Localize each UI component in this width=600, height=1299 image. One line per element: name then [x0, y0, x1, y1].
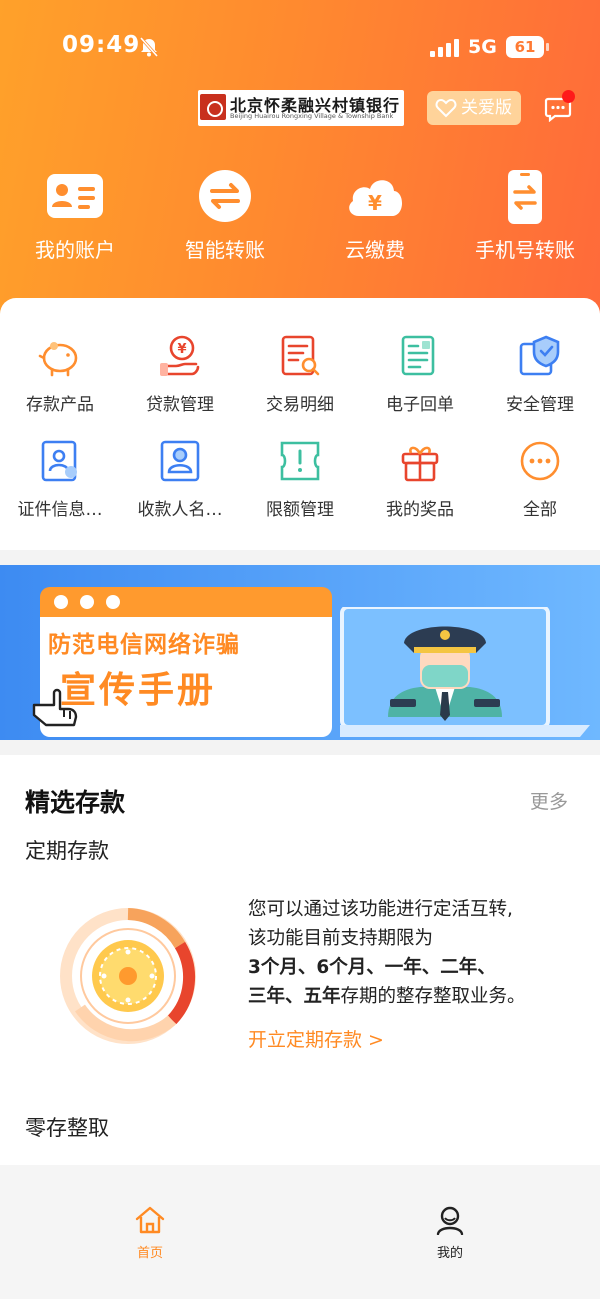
fixed-deposit-description: 您可以通过该功能进行定活互转, 该功能目前支持期限为 3个月、6个月、一年、二年…: [248, 895, 588, 1011]
svg-text:¥: ¥: [177, 342, 186, 357]
bank-name-en: Beijing Huairou Rongxing Village & Towns…: [230, 112, 394, 120]
service-id-info[interactable]: 证件信息…: [0, 439, 120, 539]
home-icon: [135, 1206, 165, 1234]
user-icon: [436, 1206, 464, 1235]
bank-logo: 北京怀柔融兴村镇银行 Beijing Huairou Rongxing Vill…: [198, 90, 404, 126]
tab-label: 首页: [136, 1246, 163, 1261]
quick-action-smart-transfer[interactable]: 智能转账: [150, 170, 300, 270]
e-receipt-icon: [401, 335, 435, 376]
quick-action-label: 云缴费: [345, 238, 405, 262]
desc-line: 您可以通过该功能进行定活互转,: [248, 899, 513, 920]
service-my-prizes[interactable]: 我的奖品: [360, 439, 480, 539]
police-officer-illustration: [340, 607, 590, 737]
desc-terms-bold: 三年、五年: [248, 986, 341, 1007]
quick-actions: 我的账户 智能转账 ¥ 云缴费 手机号转账: [0, 170, 600, 270]
bottom-tab-bar: 首页 我的: [0, 1165, 600, 1299]
quick-action-my-account[interactable]: 我的账户: [0, 170, 150, 270]
tab-label: 我的: [436, 1246, 463, 1261]
svg-text:¥: ¥: [368, 191, 382, 215]
network-type: 5G: [468, 36, 497, 58]
service-security-management[interactable]: 安全管理: [480, 334, 600, 434]
transaction-detail-icon: [281, 335, 320, 376]
transfer-arrows-icon: [199, 170, 251, 222]
service-loan-management[interactable]: ¥ 贷款管理: [120, 334, 240, 434]
mute-bell-icon: [139, 37, 159, 57]
quick-action-label: 我的账户: [35, 238, 115, 262]
desc-line-terms-2: 三年、五年存期的整存整取业务。: [248, 982, 588, 1011]
account-card-icon: [47, 174, 103, 218]
banner-subtitle: 宣传手册: [60, 670, 217, 711]
loan-hand-icon: ¥: [160, 335, 200, 376]
status-time: 09:49: [62, 32, 141, 58]
services-grid: 存款产品 ¥ 贷款管理 交易明细 电子回单 安全管理 证件信息… 收款人名… 限…: [0, 298, 600, 550]
service-label: 存款产品: [26, 395, 94, 415]
deposit-ring-graphic: [60, 908, 196, 1044]
banner-card: 防范电信网络诈骗 宣传手册: [40, 587, 332, 737]
tab-mine[interactable]: 我的: [410, 1205, 490, 1265]
quick-action-label: 手机号转账: [475, 238, 575, 262]
care-mode-label: 关爱版: [461, 98, 512, 118]
piggy-bank-icon: [38, 342, 78, 377]
heart-icon: [435, 98, 457, 118]
bank-logo-mark: [200, 94, 226, 120]
service-label: 我的奖品: [386, 500, 454, 520]
id-card-icon: [41, 440, 77, 482]
desc-line: 该功能目前支持期限为: [248, 928, 434, 949]
quick-action-label: 智能转账: [185, 238, 265, 262]
banner-title: 防范电信网络诈骗: [48, 632, 240, 658]
service-e-receipt[interactable]: 电子回单: [360, 334, 480, 434]
service-label: 收款人名…: [137, 500, 223, 520]
open-fixed-deposit-link[interactable]: 开立定期存款 >: [248, 1025, 384, 1052]
tab-home[interactable]: 首页: [110, 1205, 190, 1265]
battery-icon: 61: [506, 36, 549, 58]
service-label: 交易明细: [266, 395, 334, 415]
banner-dot: [106, 595, 120, 609]
banner-dot: [54, 595, 68, 609]
banner-dot: [80, 595, 94, 609]
service-limit-management[interactable]: 限额管理: [240, 439, 360, 539]
cloud-yuan-icon: ¥: [349, 180, 403, 216]
service-label: 证件信息…: [17, 500, 103, 520]
message-badge: [562, 90, 575, 103]
more-dots-icon: [520, 441, 560, 481]
header: 09:49 5G 61 北京怀柔融兴村镇银行 Beijing Huairou R…: [0, 0, 600, 330]
fixed-deposit-title: 定期存款: [25, 839, 109, 863]
service-deposit-products[interactable]: 存款产品: [0, 334, 120, 434]
service-label: 限额管理: [266, 500, 334, 520]
limit-ticket-icon: [280, 441, 320, 481]
service-all[interactable]: 全部: [480, 439, 600, 539]
featured-deposits-section: 精选存款 更多 定期存款 您可以通过该功能进行定活互转, 该功能目前支持期限为 …: [0, 755, 600, 1165]
quick-action-phone-transfer[interactable]: 手机号转账: [450, 170, 600, 270]
gift-icon: [401, 446, 439, 482]
service-label: 贷款管理: [146, 395, 214, 415]
quick-action-cloud-payment[interactable]: ¥ 云缴费: [300, 170, 450, 270]
payee-icon: [160, 440, 200, 482]
anti-fraud-banner[interactable]: 防范电信网络诈骗 宣传手册: [0, 565, 600, 740]
section-title: 精选存款: [25, 788, 126, 817]
more-link[interactable]: 更多: [530, 787, 568, 814]
desc-line-terms: 3个月、6个月、一年、二年、: [248, 957, 496, 978]
service-label: 电子回单: [386, 395, 454, 415]
care-mode-button[interactable]: 关爱版: [427, 91, 521, 125]
status-bar: 09:49 5G 61: [0, 28, 600, 68]
desc-terms-rest: 存期的整存整取业务。: [340, 986, 526, 1007]
service-label: 全部: [523, 500, 557, 520]
service-payee-list[interactable]: 收款人名…: [120, 439, 240, 539]
shield-icon: [519, 335, 560, 376]
installment-deposit-title[interactable]: 零存整取: [25, 1112, 109, 1142]
signal-icon: [430, 39, 460, 57]
pointer-hand-icon: [32, 688, 78, 727]
service-label: 安全管理: [506, 395, 574, 415]
phone-transfer-icon: [508, 170, 542, 224]
service-transaction-details[interactable]: 交易明细: [240, 334, 360, 434]
